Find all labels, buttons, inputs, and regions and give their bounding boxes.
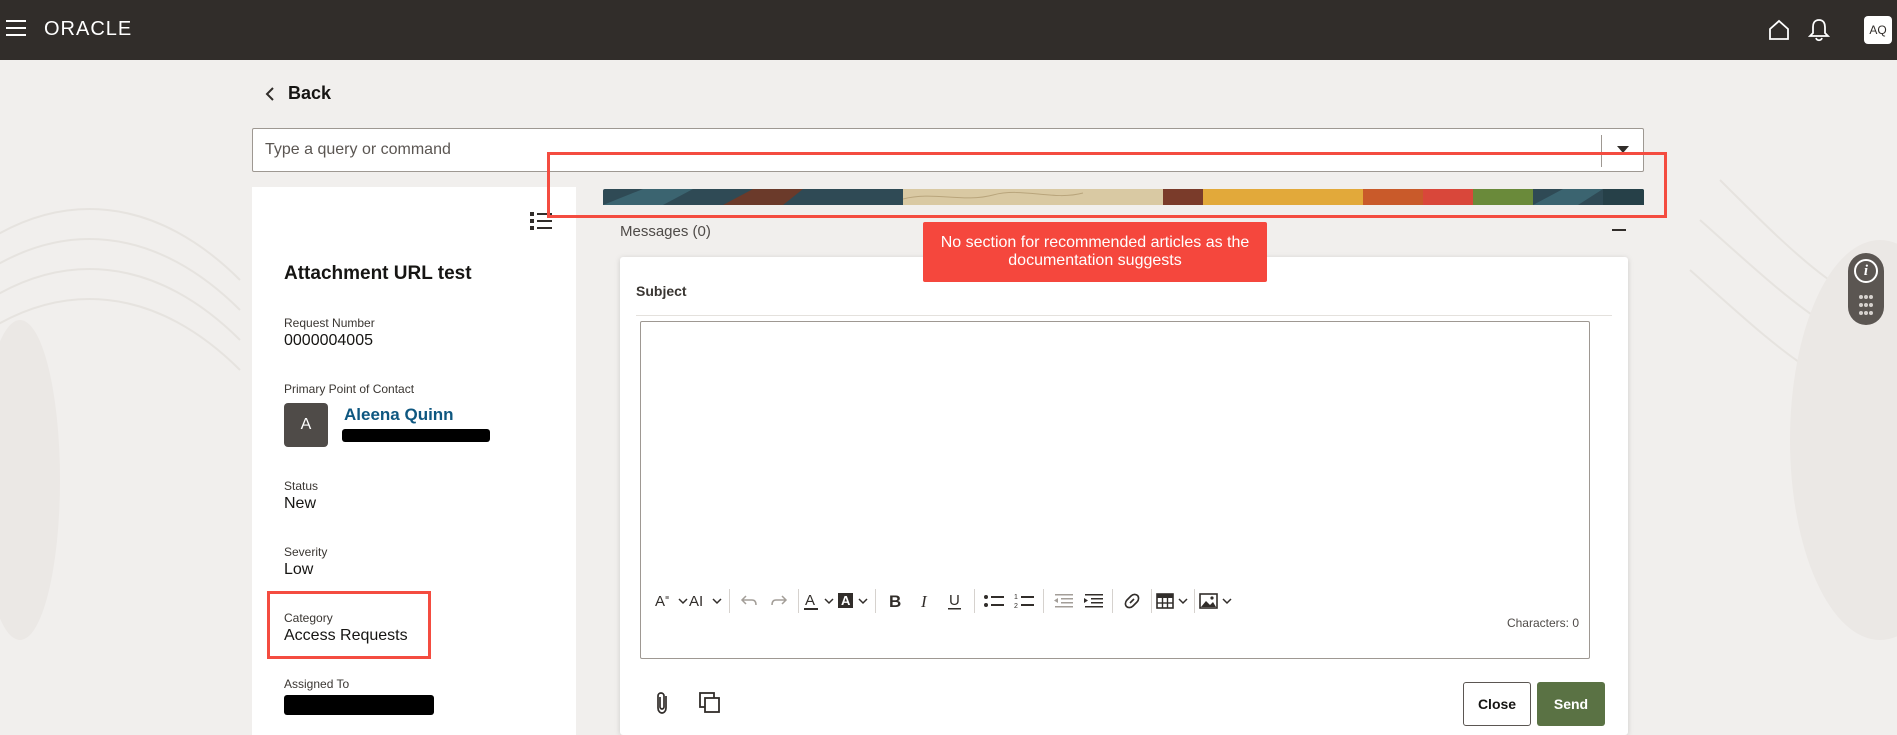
decorative-banner — [603, 189, 1644, 205]
help-widget: i — [1848, 253, 1884, 325]
highlight-color-dropdown[interactable]: A — [837, 586, 871, 616]
contact-name-link[interactable]: Aleena Quinn — [344, 405, 454, 425]
svg-text:U: U — [949, 592, 960, 609]
status-label: Status — [284, 479, 319, 493]
toolbar-separator — [1043, 589, 1044, 613]
toolbar-separator — [1112, 589, 1113, 613]
italic-button[interactable]: I — [910, 586, 940, 616]
svg-text:≡: ≡ — [665, 595, 669, 602]
image-icon — [1199, 593, 1232, 609]
chevron-left-icon — [265, 86, 274, 101]
font-format-dropdown[interactable]: A ≡ — [655, 586, 689, 616]
bold-icon: B — [889, 592, 901, 611]
contact-avatar: A — [284, 403, 328, 447]
paperclip-attach-icon[interactable] — [652, 690, 674, 716]
indent-button[interactable] — [1078, 586, 1108, 616]
table-icon — [1156, 593, 1188, 609]
request-title: Attachment URL test — [284, 263, 472, 284]
severity-value: Low — [284, 561, 314, 578]
svg-text:A: A — [655, 593, 665, 610]
svg-text:A: A — [805, 592, 815, 609]
close-button[interactable]: Close — [1463, 682, 1531, 726]
link-icon — [1124, 593, 1140, 609]
subject-field[interactable]: Subject — [636, 283, 687, 299]
message-body-input[interactable] — [641, 322, 1589, 582]
drag-handle-icon[interactable] — [1858, 293, 1874, 317]
redacted-contact-email — [342, 429, 490, 442]
editor-toolbar: A ≡ AI A A B I U 1 2 — [655, 586, 1233, 616]
contact-label: Primary Point of Contact — [284, 382, 415, 396]
redo-icon — [771, 595, 788, 606]
category-highlight-box — [267, 591, 431, 659]
oracle-logo: ORACLE — [44, 18, 133, 40]
annotation-note: No section for recommended articles as t… — [923, 222, 1267, 282]
redacted-assignee — [284, 695, 434, 715]
bullet-list-icon — [984, 595, 1004, 607]
hamburger-menu-icon[interactable] — [6, 20, 26, 38]
undo-button[interactable] — [734, 586, 764, 616]
undo-icon — [740, 595, 757, 606]
font-color-icon: A — [804, 592, 834, 610]
message-editor: A ≡ AI A A B I U 1 2 Characters: 0 — [640, 321, 1590, 659]
toolbar-separator — [1151, 589, 1152, 613]
status-value: New — [284, 495, 317, 512]
numbered-list-button[interactable]: 12 — [1009, 586, 1039, 616]
numbered-list-icon: 12 — [1014, 594, 1034, 609]
underline-icon: U — [948, 592, 961, 610]
toolbar-separator — [974, 589, 975, 613]
banner-highlight-box — [547, 152, 1667, 218]
svg-text:B: B — [889, 592, 901, 611]
insert-link-button[interactable] — [1117, 586, 1147, 616]
redo-button[interactable] — [764, 586, 794, 616]
collapse-minus-icon[interactable] — [1612, 229, 1626, 231]
insert-table-dropdown[interactable] — [1156, 586, 1190, 616]
font-color-dropdown[interactable]: A — [803, 586, 837, 616]
svg-text:AI: AI — [689, 593, 703, 610]
underline-button[interactable]: U — [940, 586, 970, 616]
copy-icon[interactable] — [698, 691, 722, 715]
back-button[interactable]: Back — [264, 83, 331, 104]
outdent-button[interactable] — [1048, 586, 1078, 616]
notifications-bell-icon[interactable] — [1808, 18, 1830, 42]
request-number-value: 0000004005 — [284, 332, 373, 349]
font-size-icon: AI — [689, 593, 722, 610]
toolbar-separator — [798, 589, 799, 613]
bold-button[interactable]: B — [880, 586, 910, 616]
indent-icon — [1084, 594, 1103, 608]
messages-header: Messages (0) — [620, 223, 711, 240]
italic-icon: I — [920, 592, 928, 611]
home-icon[interactable] — [1768, 19, 1790, 41]
svg-text:1: 1 — [1014, 594, 1018, 601]
svg-text:2: 2 — [1014, 603, 1018, 609]
character-count: Characters: 0 — [1506, 616, 1579, 630]
severity-label: Severity — [284, 545, 328, 559]
subject-divider — [636, 315, 1612, 316]
send-button[interactable]: Send — [1537, 682, 1605, 726]
user-avatar[interactable]: AQ — [1864, 16, 1892, 44]
assigned-to-label: Assigned To — [284, 677, 350, 691]
back-label: Back — [288, 83, 332, 103]
insert-image-dropdown[interactable] — [1199, 586, 1233, 616]
font-format-icon: A ≡ — [655, 593, 688, 610]
top-bar: ORACLE AQ — [0, 0, 1897, 60]
highlight-color-icon: A — [838, 593, 868, 608]
toolbar-separator — [1194, 589, 1195, 613]
request-number-label: Request Number — [284, 316, 375, 330]
toolbar-separator — [729, 589, 730, 613]
compose-message-card: Subject A ≡ AI A A B I U 1 2 Characters:… — [620, 257, 1628, 735]
toolbar-separator — [875, 589, 876, 613]
svg-text:A: A — [841, 593, 851, 608]
info-icon[interactable]: i — [1854, 259, 1878, 283]
bullet-list-button[interactable] — [979, 586, 1009, 616]
font-size-dropdown[interactable]: AI — [689, 586, 725, 616]
outdent-icon — [1054, 594, 1073, 608]
svg-text:I: I — [920, 592, 928, 611]
